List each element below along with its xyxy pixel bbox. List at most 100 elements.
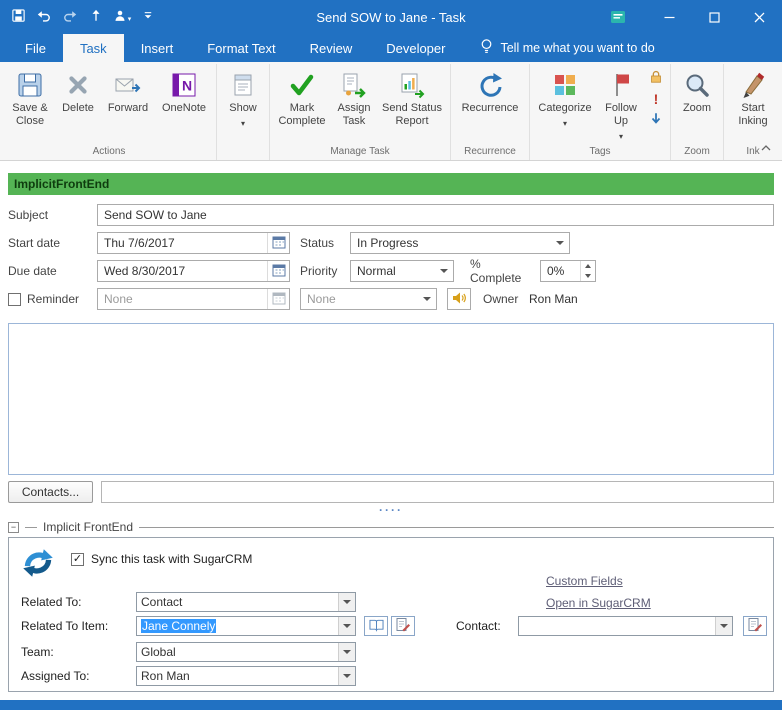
low-importance-icon <box>649 111 663 129</box>
priority-select[interactable]: Normal <box>350 260 454 282</box>
start-inking-button[interactable]: Start Inking <box>727 64 779 128</box>
reminder-checkbox[interactable] <box>8 293 21 306</box>
save-close-button[interactable]: Save & Close <box>5 64 55 128</box>
reminder-date-input[interactable]: None <box>97 288 290 310</box>
delete-button[interactable]: Delete <box>55 64 101 115</box>
undo-button[interactable] <box>34 6 54 28</box>
collapse-section-icon[interactable] <box>8 522 19 533</box>
tell-me-box[interactable]: Tell me what you want to do <box>480 34 654 62</box>
assigned-to-value: Ron Man <box>137 669 338 683</box>
task-body-editor[interactable] <box>8 323 774 475</box>
start-inking-icon <box>738 68 768 102</box>
percent-complete-spinner[interactable]: 0% <box>540 260 596 282</box>
zoom-button[interactable]: Zoom <box>674 64 720 115</box>
send-status-report-button[interactable]: Send Status Report <box>377 64 447 128</box>
close-button[interactable] <box>737 0 782 34</box>
maximize-button[interactable] <box>692 0 737 34</box>
svg-text:N: N <box>182 78 192 94</box>
lock-icon <box>648 68 664 87</box>
ribbon-group-label: Tags <box>533 144 667 160</box>
start-date-picker-button[interactable] <box>267 233 289 253</box>
redo-button[interactable] <box>60 6 80 28</box>
sugarcrm-logo <box>19 544 57 585</box>
sync-checkbox[interactable]: ✓ <box>71 553 84 566</box>
recurrence-button[interactable]: Recurrence <box>454 64 526 115</box>
spin-down-button[interactable] <box>581 271 595 281</box>
follow-up-button[interactable]: Follow Up <box>597 64 645 142</box>
related-to-value: Contact <box>137 595 338 609</box>
button-label: Forward <box>108 102 148 114</box>
reminder-time-value: None <box>301 292 418 306</box>
sync-checkbox-label: Sync this task with SugarCRM <box>91 552 252 566</box>
show-button[interactable]: Show <box>220 64 266 129</box>
tab-format-text[interactable]: Format Text <box>190 34 292 62</box>
related-to-select[interactable]: Contact <box>136 592 356 612</box>
previous-item-button[interactable] <box>86 6 106 28</box>
assign-task-button[interactable]: Assign Task <box>331 64 377 128</box>
contact-icon <box>113 9 127 26</box>
calendar-icon <box>272 263 286 280</box>
undo-icon <box>36 8 52 27</box>
banner-text: ImplicitFrontEnd <box>14 177 109 191</box>
contact-lookup-button[interactable] <box>743 616 767 636</box>
reminder-label: Reminder <box>27 292 79 306</box>
subject-input[interactable]: Send SOW to Jane <box>97 204 774 226</box>
private-button[interactable] <box>647 69 665 86</box>
open-in-sugarcrm-link[interactable]: Open in SugarCRM <box>546 596 651 610</box>
tab-insert[interactable]: Insert <box>124 34 191 62</box>
owner-value: Ron Man <box>529 292 578 306</box>
team-select[interactable]: Global <box>136 642 356 662</box>
status-value: In Progress <box>351 236 551 250</box>
reminder-time-select[interactable]: None <box>300 288 437 310</box>
address-book-button[interactable] <box>364 616 388 636</box>
spin-up-button[interactable] <box>581 261 595 271</box>
contact-select[interactable] <box>518 616 733 636</box>
pane-splitter[interactable] <box>0 503 782 517</box>
tab-task[interactable]: Task <box>63 34 124 62</box>
team-row: Team: Global <box>21 642 356 662</box>
ribbon-group-show: Show <box>217 64 270 160</box>
save-close-icon <box>15 68 45 102</box>
sugarcrm-lookup-button[interactable] <box>391 616 415 636</box>
ribbon-group-recurrence: Recurrence Recurrence <box>451 64 530 160</box>
ribbon: Save & Close Delete Forward N OneNote Ac… <box>0 62 782 161</box>
save-button[interactable] <box>8 6 28 28</box>
delete-icon <box>64 68 92 102</box>
contact-label: Contact: <box>456 619 518 633</box>
onenote-button[interactable]: N OneNote <box>155 64 213 115</box>
tab-developer[interactable]: Developer <box>369 34 462 62</box>
address-book-qat-button[interactable] <box>112 6 132 28</box>
reminder-sound-button[interactable] <box>447 288 471 310</box>
assigned-to-select[interactable]: Ron Man <box>136 666 356 686</box>
related-to-item-label: Related To Item: <box>21 619 136 633</box>
collapse-ribbon-button[interactable] <box>760 141 772 155</box>
start-date-input[interactable]: Thu 7/6/2017 <box>97 232 290 254</box>
start-date-value: Thu 7/6/2017 <box>98 236 267 250</box>
due-date-input[interactable]: Wed 8/30/2017 <box>97 260 290 282</box>
categorize-button[interactable]: Categorize <box>533 64 597 129</box>
due-date-picker-button[interactable] <box>267 261 289 281</box>
minimize-button[interactable] <box>647 0 692 34</box>
contacts-input[interactable] <box>101 481 774 503</box>
related-to-item-select[interactable]: Jane Connely <box>136 616 356 636</box>
forward-button[interactable]: Forward <box>101 64 155 115</box>
onenote-icon: N <box>169 68 199 102</box>
start-date-row: Start date Thu 7/6/2017 Status In Progre… <box>8 231 774 255</box>
tab-file[interactable]: File <box>8 34 63 62</box>
reminder-date-picker-button[interactable] <box>267 289 289 309</box>
assigned-to-label: Assigned To: <box>21 669 136 683</box>
custom-fields-link[interactable]: Custom Fields <box>546 574 651 588</box>
splitter-handle-icon <box>379 503 403 517</box>
status-select[interactable]: In Progress <box>350 232 570 254</box>
button-label: Follow Up <box>605 102 637 127</box>
mark-complete-button[interactable]: Mark Complete <box>273 64 331 128</box>
high-importance-button[interactable] <box>647 90 665 107</box>
priority-value: Normal <box>351 264 435 278</box>
subject-value: Send SOW to Jane <box>98 208 207 222</box>
send-status-report-icon <box>397 68 427 102</box>
task-window: Send SOW to Jane - Task File Task Insert… <box>0 0 782 710</box>
low-importance-button[interactable] <box>647 111 665 128</box>
tab-review[interactable]: Review <box>293 34 370 62</box>
customize-qat-button[interactable] <box>138 6 158 28</box>
contacts-button[interactable]: Contacts... <box>8 481 93 503</box>
